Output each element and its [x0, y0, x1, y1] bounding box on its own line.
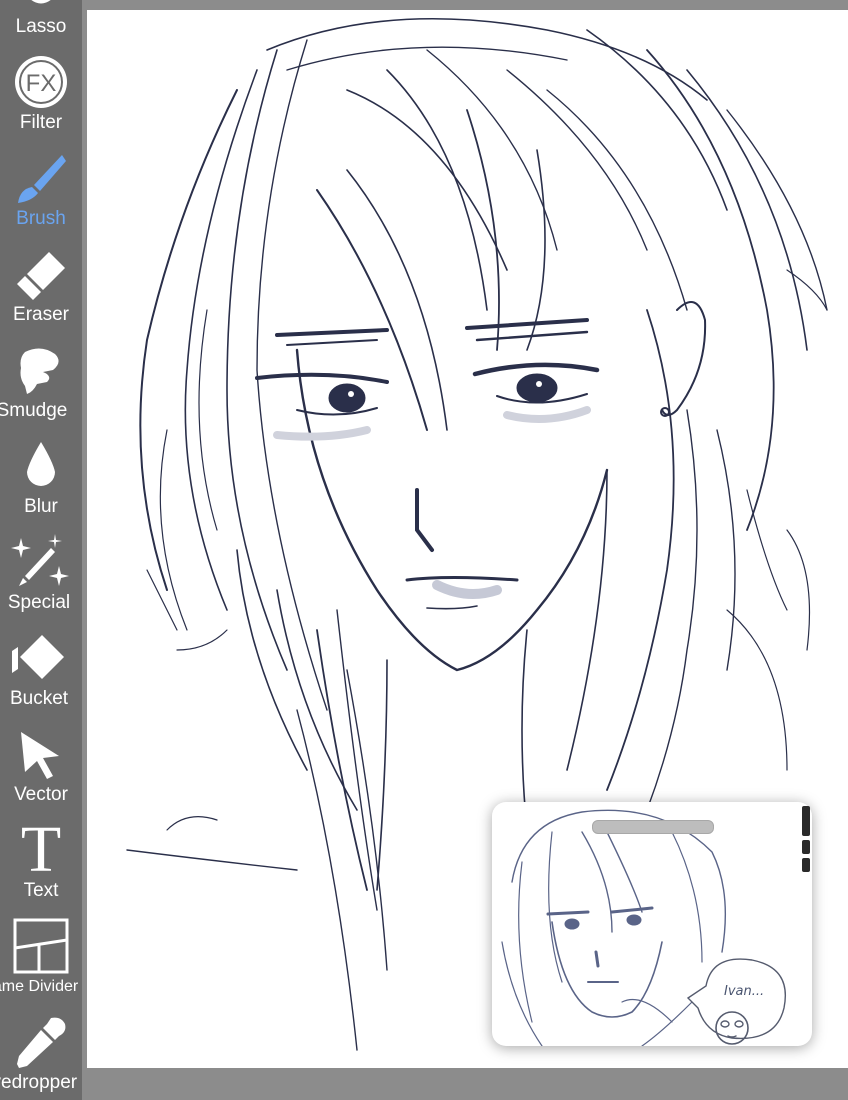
- eraser-icon: [11, 244, 71, 304]
- tool-filter[interactable]: FX Filter: [0, 44, 82, 140]
- vector-icon: [11, 724, 71, 784]
- reference-drag-handle[interactable]: [592, 820, 714, 834]
- blur-icon: [11, 436, 71, 496]
- smudge-icon: [11, 340, 71, 400]
- tool-label: Eraser: [13, 304, 69, 325]
- svg-text:FX: FX: [26, 70, 57, 97]
- text-icon: T: [20, 813, 62, 886]
- tool-label: Lasso: [15, 16, 67, 37]
- lasso-icon: [11, 0, 71, 16]
- reference-window[interactable]: Ivan...: [492, 802, 812, 1046]
- tool-eyedropper[interactable]: Eyedropper: [0, 1004, 82, 1100]
- tool-blur[interactable]: Blur: [0, 428, 82, 524]
- tool-frame-divider[interactable]: Frame Divider: [0, 908, 82, 1004]
- tool-label: Vector: [14, 784, 68, 805]
- tool-eraser[interactable]: Eraser: [0, 236, 82, 332]
- brush-icon: [11, 148, 71, 208]
- tool-vector[interactable]: Vector: [0, 716, 82, 812]
- frame-divider-icon: [11, 916, 71, 976]
- tool-special[interactable]: Special: [0, 524, 82, 620]
- bucket-icon: [11, 628, 71, 688]
- tool-smudge[interactable]: Smudge: [0, 332, 82, 428]
- fx-icon: FX: [11, 52, 71, 112]
- tool-label: Bucket: [9, 688, 69, 709]
- tool-bucket[interactable]: Bucket: [0, 620, 82, 716]
- tool-label: Eyedropper: [0, 1072, 78, 1093]
- tool-lasso[interactable]: Lasso: [0, 0, 82, 44]
- reference-image: [501, 809, 786, 1046]
- tool-label: Brush: [16, 208, 66, 229]
- tool-label: Smudge: [0, 400, 68, 421]
- tool-label: Blur: [24, 496, 58, 517]
- tool-text[interactable]: T Text: [0, 812, 82, 908]
- reference-side-controls[interactable]: [800, 806, 812, 874]
- tool-label: Text: [23, 880, 59, 901]
- tool-sidebar: Lasso FX Filter Brush Eraser Smudge Blur…: [0, 0, 82, 1100]
- tool-label: Frame Divider: [0, 978, 79, 995]
- speech-bubble-text: Ivan...: [724, 984, 765, 999]
- special-icon: [11, 532, 71, 592]
- tool-label: Special: [7, 592, 71, 613]
- eyedropper-icon: [11, 1012, 71, 1072]
- tool-label: Filter: [19, 112, 63, 133]
- tool-brush[interactable]: Brush: [0, 140, 82, 236]
